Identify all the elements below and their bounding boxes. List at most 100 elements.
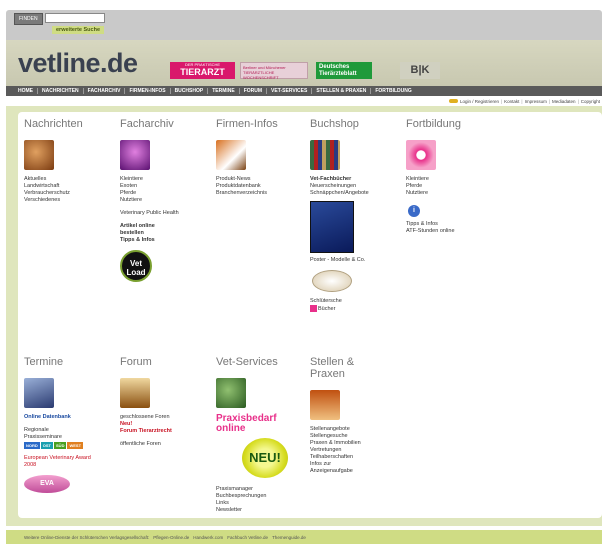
region-west-button[interactable]: WEST: [67, 442, 84, 449]
section-title[interactable]: Buchshop: [310, 118, 369, 130]
link-exoten[interactable]: Exoten: [120, 183, 180, 190]
link-landwirtschaft[interactable]: Landwirtschaft: [24, 183, 83, 190]
link-vertretungen[interactable]: Vertretungen: [310, 447, 370, 454]
nav-firmen-infos[interactable]: FIRMEN-INFOS: [125, 88, 171, 94]
link-artikel-bestellen[interactable]: Artikel online bestellen: [120, 223, 170, 237]
link-buecher[interactable]: Bücher: [310, 305, 369, 313]
info-icon[interactable]: i: [408, 205, 420, 217]
link-online-datenbank[interactable]: Online Datenbank: [24, 414, 104, 421]
fortbildung-image[interactable]: [406, 140, 436, 170]
link-praxismanager[interactable]: Praxismanager: [216, 486, 288, 493]
link-newsletter[interactable]: Newsletter: [216, 507, 288, 514]
section-title[interactable]: Nachrichten: [24, 118, 83, 130]
nav-termine[interactable]: TERMINE: [208, 88, 240, 94]
search-input[interactable]: [44, 13, 105, 23]
section-title[interactable]: Facharchiv: [120, 118, 180, 130]
nav-facharchiv[interactable]: FACHARCHIV: [84, 88, 126, 94]
link-schluetersche[interactable]: Schlütersche: [310, 298, 369, 305]
link-european-veterinary-award[interactable]: European Veterinary Award 2008: [24, 455, 104, 469]
link-stellenangebote[interactable]: Stellenangebote: [310, 426, 370, 433]
region-nord-button[interactable]: NORD: [24, 442, 40, 449]
section-title[interactable]: Vet-Services: [216, 356, 288, 368]
region-ost-button[interactable]: OST: [40, 442, 54, 449]
neu-starburst[interactable]: NEU!: [242, 438, 288, 478]
stellen-image[interactable]: [310, 390, 340, 420]
eva-logo[interactable]: EVA: [24, 475, 70, 493]
vet-services-image[interactable]: [216, 378, 246, 408]
nav-stellen-praxen[interactable]: STELLEN & PRAXEN: [312, 88, 372, 94]
nav-buchshop[interactable]: BUCHSHOP: [171, 88, 209, 94]
forum-image[interactable]: [120, 378, 150, 408]
link-forum-tierarztrecht[interactable]: Forum Tierarztrecht: [120, 428, 172, 435]
link-schnaeppchen[interactable]: Schnäppchen/Angebote: [310, 190, 369, 197]
facharchiv-image[interactable]: [120, 140, 150, 170]
footer-link-themenguide[interactable]: Themenguide.de: [272, 535, 306, 540]
link-verbraucherschutz[interactable]: Verbraucherschutz: [24, 190, 83, 197]
link-nutztiere[interactable]: Nutztiere: [120, 197, 180, 204]
nav-forum[interactable]: FORUM: [240, 88, 268, 94]
nachrichten-image[interactable]: [24, 140, 54, 170]
separator: |: [548, 98, 551, 104]
copyright-link[interactable]: Copyright: [581, 99, 600, 104]
footer-link-handwerk[interactable]: Handwerk.com: [193, 535, 223, 540]
link-kleintiere[interactable]: Kleintiere: [406, 176, 461, 183]
link-produkt-news[interactable]: Produkt-News: [216, 176, 278, 183]
section-title[interactable]: Firmen-Infos: [216, 118, 278, 130]
search-button[interactable]: FINDEN: [14, 13, 43, 25]
nav-nachrichten[interactable]: NACHRICHTEN: [38, 88, 84, 94]
link-atf-stunden[interactable]: ATF-Stunden online: [406, 228, 461, 235]
kontakt-link[interactable]: Kontakt: [504, 99, 519, 104]
section-title[interactable]: Fortbildung: [406, 118, 461, 130]
bk-logo[interactable]: B|K: [400, 62, 440, 79]
region-sued-button[interactable]: SÜD: [54, 442, 67, 449]
book-cover-image[interactable]: [310, 201, 354, 253]
impressum-link[interactable]: Impressum: [525, 99, 547, 104]
nav-fortbildung[interactable]: FORTBILDUNG: [371, 88, 415, 94]
link-pferde[interactable]: Pferde: [406, 183, 461, 190]
link-tipps-infos[interactable]: Tipps & Infos: [120, 237, 180, 244]
section-title[interactable]: Termine: [24, 356, 104, 368]
link-produktdatenbank[interactable]: Produktdatenbank: [216, 183, 278, 190]
footer-link-fachbuch[interactable]: Fachbuch Vetline.de: [227, 535, 268, 540]
tierarzt-journal-badge[interactable]: DER PRAKTISCHE TIERARZT: [170, 62, 235, 79]
login-link[interactable]: Login / Registrieren: [460, 99, 499, 104]
link-geschlossene-foren[interactable]: geschlossene Foren: [120, 414, 172, 421]
section-title[interactable]: Stellen & Praxen: [310, 356, 370, 380]
link-poster-modelle[interactable]: Poster - Modelle & Co.: [310, 257, 369, 264]
tieraerzteblatt-badge[interactable]: Deutsches Tierärzteblatt: [316, 62, 372, 79]
praxisbedarf-online-promo[interactable]: Praxisbedarf online: [216, 414, 288, 434]
link-stellengesuche[interactable]: Stellengesuche: [310, 433, 370, 440]
skull-model-image[interactable]: [312, 270, 352, 292]
link-kleintiere[interactable]: Kleintiere: [120, 176, 180, 183]
section-title[interactable]: Forum: [120, 356, 172, 368]
extended-search-link[interactable]: erweiterte Suche: [52, 26, 105, 34]
termine-image[interactable]: [24, 378, 54, 408]
link-nutztiere[interactable]: Nutztiere: [406, 190, 461, 197]
link-oeffentliche-foren[interactable]: öffentliche Foren: [120, 441, 172, 448]
link-praxen-immobilien[interactable]: Praxen & Immobilien: [310, 440, 370, 447]
link-vet-fachbuecher[interactable]: Vet-Fachbücher: [310, 176, 369, 183]
firmen-image[interactable]: [216, 140, 246, 170]
link-links[interactable]: Links: [216, 500, 288, 507]
link-buchbesprechungen[interactable]: Buchbesprechungen: [216, 493, 288, 500]
link-teilhaberschaften[interactable]: Teilhaberschaften: [310, 454, 370, 461]
link-praxisseminare[interactable]: Praxisseminare: [24, 434, 104, 441]
link-verschiedenes[interactable]: Verschiedenes: [24, 197, 83, 204]
link-neuerscheinungen[interactable]: Neuerscheinungen: [310, 183, 369, 190]
berliner-journal-badge[interactable]: Berliner und Münchener TIERÄRZTLICHE WOC…: [240, 62, 308, 80]
site-logo[interactable]: vetline.de: [18, 48, 138, 79]
link-anzeigenaufgabe[interactable]: Anzeigenaufgabe: [310, 468, 370, 475]
mediadaten-link[interactable]: Mediadaten: [552, 99, 576, 104]
link-tipps-infos[interactable]: Tipps & Infos: [406, 221, 461, 228]
footer-link-pflegen[interactable]: Pflegen-Online.de: [153, 535, 189, 540]
buchshop-image[interactable]: [310, 140, 340, 170]
link-branchenverzeichnis[interactable]: Branchenverzeichnis: [216, 190, 278, 197]
link-regionale[interactable]: Regionale: [24, 427, 104, 434]
link-veterinary-public-health[interactable]: Veterinary Public Health: [120, 210, 180, 217]
nav-vet-services[interactable]: VET-SERVICES: [267, 88, 313, 94]
vet-load-badge[interactable]: Vet Load: [120, 250, 152, 282]
link-aktuelles[interactable]: Aktuelles: [24, 176, 83, 183]
nav-home[interactable]: HOME: [14, 88, 38, 94]
link-pferde[interactable]: Pferde: [120, 190, 180, 197]
link-infos-zur[interactable]: Infos zur: [310, 461, 370, 468]
